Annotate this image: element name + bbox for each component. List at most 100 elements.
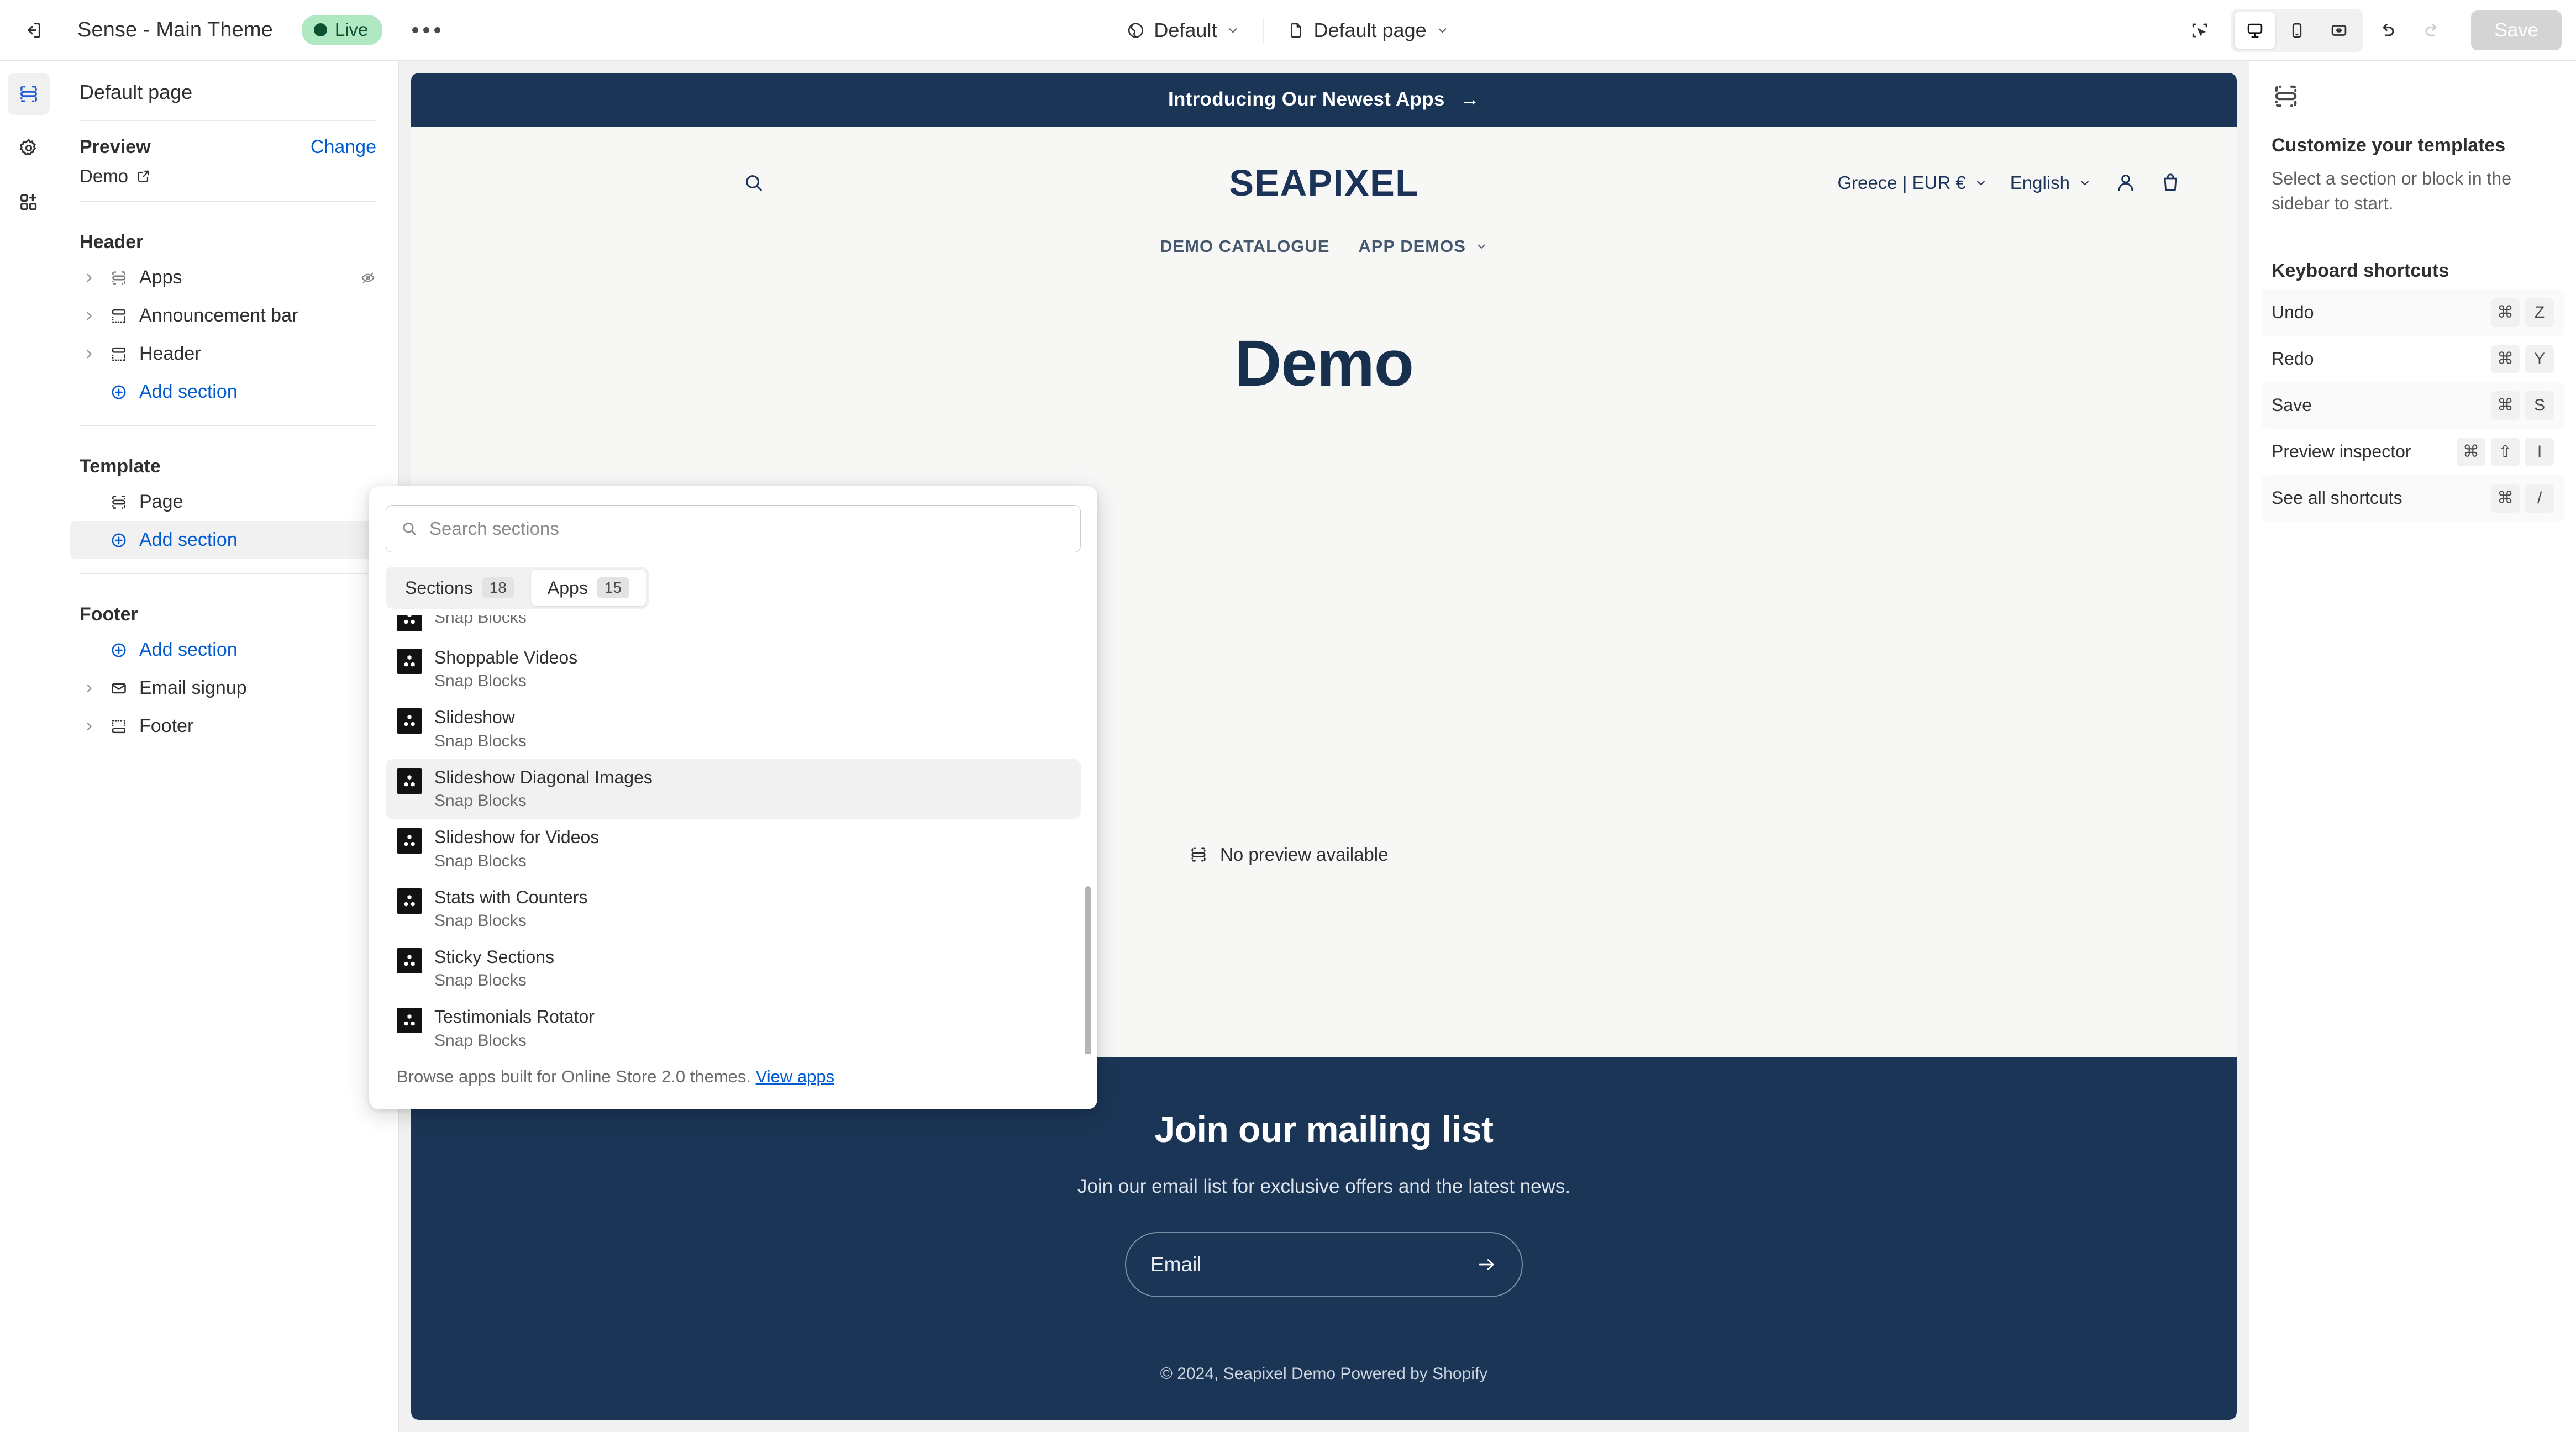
key-badge: S — [2525, 391, 2554, 420]
add-section-label: Add section — [139, 381, 238, 402]
language-selector[interactable]: English — [2010, 172, 2092, 193]
list-item[interactable]: Slideshow for Videos Snap Blocks — [386, 819, 1081, 878]
storefront-header: SEAPIXEL Greece | EUR € English DEMO CAT… — [411, 127, 2237, 278]
arrow-right-icon[interactable] — [1475, 1254, 1497, 1276]
sidebar-item-footer[interactable]: Footer — [70, 707, 386, 745]
desktop-icon[interactable] — [2235, 12, 2276, 49]
list-item[interactable]: Snap Blocks — [386, 615, 1081, 639]
more-menu-icon[interactable] — [409, 13, 443, 48]
chevron-right-icon[interactable] — [80, 309, 98, 323]
sidebar-item-label: Page — [139, 491, 183, 512]
key-badge: ⌘ — [2491, 344, 2520, 373]
external-link-icon[interactable] — [136, 169, 151, 184]
sidebar-item-apps[interactable]: Apps — [70, 259, 386, 297]
preview-value: Demo — [80, 166, 129, 186]
live-dot-icon — [313, 23, 327, 36]
list-item[interactable]: Sticky Sections Snap Blocks — [386, 939, 1081, 998]
top-bar-left: Sense - Main Theme Live — [14, 12, 443, 49]
shortcut-label: Undo — [2272, 302, 2314, 323]
sidebar-item-header[interactable]: Header — [70, 335, 386, 373]
sidebar-item-announcement-bar[interactable]: Announcement bar — [70, 297, 386, 335]
list-item-subtitle: Snap Blocks — [434, 911, 527, 930]
search-icon — [401, 520, 418, 538]
list-item-subtitle: Snap Blocks — [434, 672, 527, 691]
browse-apps-text: Browse apps built for Online Store 2.0 t… — [397, 1067, 756, 1087]
search-input[interactable]: Search sections — [386, 505, 1081, 552]
key-badge: Z — [2525, 298, 2554, 327]
globe-icon — [1126, 21, 1145, 40]
list-item[interactable]: Slideshow Diagonal Images Snap Blocks — [386, 759, 1081, 819]
country-currency-label: Greece | EUR € — [1837, 172, 1966, 193]
sidebar-item-email-signup[interactable]: Email signup — [70, 669, 386, 707]
logo-text: SEAPIXEL — [1229, 162, 1419, 204]
device-toggle-group — [2231, 8, 2363, 52]
keyboard-shortcuts-title: Keyboard shortcuts — [2272, 260, 2449, 281]
change-preview-link[interactable]: Change — [311, 136, 376, 158]
chevron-right-icon[interactable] — [80, 348, 98, 361]
group-footer: Footer Add section Email signup Footer — [57, 574, 398, 760]
tab-apps[interactable]: Apps 15 — [530, 570, 646, 606]
mobile-icon[interactable] — [2277, 12, 2317, 49]
shortcut-keys: ⌘ S — [2491, 391, 2554, 420]
view-apps-link[interactable]: View apps — [756, 1067, 834, 1086]
announcement-bar[interactable]: Introducing Our Newest Apps → — [411, 73, 2237, 127]
popover-section-list[interactable]: Snap Blocks Shoppable Videos Snap Blocks — [369, 615, 1097, 1054]
list-item-title: Slideshow — [434, 707, 515, 728]
full-width-icon[interactable] — [2319, 12, 2359, 49]
rail-apps-icon[interactable] — [8, 181, 50, 223]
editor-body: Default page Preview Change Demo Header … — [0, 61, 2576, 1432]
country-currency-selector[interactable]: Greece | EUR € — [1837, 172, 1988, 193]
preview-inspector-icon[interactable] — [2180, 11, 2219, 50]
sidebar-item-label: Email signup — [139, 677, 247, 698]
newsletter-title: Join our mailing list — [1154, 1109, 1494, 1150]
nav-label: DEMO CATALOGUE — [1160, 236, 1330, 256]
preview-label: Preview — [80, 136, 151, 157]
nav-demo-catalogue[interactable]: DEMO CATALOGUE — [1160, 236, 1329, 256]
exit-icon[interactable] — [14, 12, 51, 49]
list-item-title: Testimonials Rotator — [434, 1007, 595, 1027]
right-panel-title: Customize your templates — [2272, 135, 2506, 156]
right-panel-intro: Customize your templates Select a sectio… — [2249, 61, 2576, 241]
search-placeholder: Search sections — [429, 518, 559, 539]
copyright: © 2024, Seapixel Demo Powered by Shopify — [411, 1341, 2237, 1420]
section-placeholder-icon — [2272, 82, 2554, 110]
list-item[interactable]: Stats with Counters Snap Blocks — [386, 879, 1081, 939]
chevron-right-icon[interactable] — [80, 720, 98, 733]
footer-icon — [107, 718, 130, 735]
chevron-right-icon[interactable] — [80, 271, 98, 285]
cart-icon[interactable] — [2159, 172, 2181, 194]
page-selector[interactable]: Default page — [1275, 11, 1462, 50]
rail-settings-icon[interactable] — [8, 127, 50, 169]
shortcut-label: See all shortcuts — [2272, 488, 2402, 508]
add-section-footer-button[interactable]: Add section — [70, 631, 386, 669]
scrollbar-thumb[interactable] — [1085, 886, 1091, 1054]
snap-blocks-app-icon — [397, 649, 422, 674]
email-field[interactable]: Email — [1125, 1232, 1523, 1297]
top-bar-right: Save — [2180, 8, 2562, 52]
no-preview-label: No preview available — [1220, 844, 1389, 865]
undo-icon[interactable] — [2368, 11, 2407, 50]
sidebar-item-page[interactable]: Page — [70, 483, 386, 521]
chevron-right-icon[interactable] — [80, 682, 98, 695]
store-logo[interactable]: SEAPIXEL — [1025, 162, 1623, 204]
market-selector[interactable]: Default — [1114, 11, 1252, 50]
list-item-title: Shoppable Videos — [434, 647, 578, 667]
plus-circle-icon — [107, 641, 130, 659]
tab-sections[interactable]: Sections 18 — [388, 570, 531, 606]
save-button[interactable]: Save — [2471, 10, 2562, 50]
add-section-template-button[interactable]: Add section — [70, 521, 386, 559]
group-header: Header Apps Announcement bar Header Add … — [57, 202, 398, 425]
snap-blocks-app-icon — [397, 1008, 422, 1034]
plus-circle-icon — [107, 531, 130, 549]
add-section-header-button[interactable]: Add section — [70, 373, 386, 411]
list-item[interactable]: Shoppable Videos Snap Blocks — [386, 639, 1081, 699]
popover-tabs: Sections 18 Apps 15 — [386, 567, 649, 609]
rail-sections-icon[interactable] — [7, 73, 50, 115]
list-item[interactable]: Slideshow Snap Blocks — [386, 699, 1081, 759]
tab-label: Apps — [547, 577, 588, 598]
storefront-search-icon[interactable] — [444, 172, 1025, 194]
hidden-eye-icon[interactable] — [360, 270, 376, 286]
list-item[interactable]: Testimonials Rotator Snap Blocks — [386, 998, 1081, 1054]
account-icon[interactable] — [2114, 171, 2137, 194]
nav-app-demos[interactable]: APP DEMOS — [1358, 236, 1487, 256]
